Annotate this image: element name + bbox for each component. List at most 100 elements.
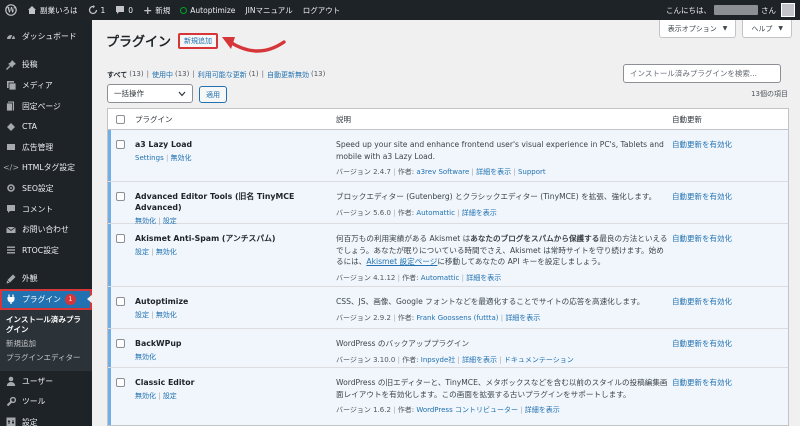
author-link[interactable]: a3rev Software [416, 168, 469, 176]
author-link[interactable]: WordPress コントリビューター [416, 406, 518, 414]
settings-link[interactable]: 設定 [135, 248, 149, 256]
mail-icon [6, 225, 16, 235]
deactivate-link[interactable]: 無効化 [135, 217, 156, 225]
author-link[interactable]: Inpsyde社 [421, 356, 455, 364]
details-link[interactable]: 詳細を表示 [462, 209, 497, 217]
submenu-add-new[interactable]: 新規追加 [0, 337, 92, 351]
settings-link[interactable]: 設定 [163, 217, 177, 225]
logout-link[interactable]: ログアウト [298, 0, 346, 20]
settings-link[interactable]: 設定 [163, 392, 177, 400]
row-checkbox[interactable] [115, 378, 125, 387]
sidebar-item-tools[interactable]: ツール [0, 391, 92, 412]
deactivate-link[interactable]: 無効化 [135, 353, 156, 361]
select-all-checkbox[interactable] [115, 114, 125, 124]
plugin-name: Classic Editor [135, 378, 195, 387]
sidebar-item-plugins[interactable]: プラグイン 1 [0, 289, 93, 310]
apply-button[interactable]: 適用 [199, 86, 227, 103]
enable-auto-update-link[interactable]: 自動更新を有効化 [672, 297, 732, 306]
row-checkbox[interactable] [115, 339, 125, 348]
row-checkbox[interactable] [115, 234, 125, 243]
deactivate-link[interactable]: 無効化 [171, 154, 192, 162]
documentation-link[interactable]: ドキュメンテーション [504, 356, 574, 364]
settings-link[interactable]: 設定 [135, 311, 149, 319]
sidebar-item-ads[interactable]: 広告管理 [0, 137, 92, 158]
submenu-installed-plugins[interactable]: インストール済みプラグイン [0, 313, 92, 337]
comments-link[interactable]: 0 [110, 0, 138, 20]
filter-active-count: (13) [174, 70, 190, 78]
sidebar-item-label: SEO設定 [22, 183, 54, 193]
updates-link[interactable]: 1 [83, 0, 111, 20]
sidebar-item-users[interactable]: ユーザー [0, 371, 92, 392]
akismet-settings-link[interactable]: Akismet 設定ページ [366, 257, 437, 266]
sidebar-item-dashboard[interactable]: ダッシュボード [0, 26, 92, 47]
plus-icon: + [143, 3, 153, 17]
enable-auto-update-link[interactable]: 自動更新を有効化 [672, 192, 732, 201]
sidebar-item-settings[interactable]: 設定 [0, 412, 92, 426]
admin-sidebar: ダッシュボード 投稿 メディア 固定ページ CTA 広告管理 </> HTMLタ… [0, 20, 93, 426]
comments-count: 0 [128, 5, 134, 15]
sidebar-item-posts[interactable]: 投稿 [0, 55, 92, 76]
site-name: 副業いろは [40, 5, 78, 15]
plugin-filters: すべて (13) | 使用中 (13) | 利用可能な更新 (1) | 自動更新… [107, 70, 326, 80]
plugin-version: バージョン 2.4.7 [336, 168, 391, 176]
screen-options-button[interactable]: 表示オプション ▼ [658, 20, 737, 38]
sidebar-item-label: 外観 [22, 274, 38, 284]
manual-link[interactable]: JINマニュアル [240, 0, 297, 20]
bulk-action-select[interactable]: 一括操作 [107, 84, 193, 103]
sidebar-item-label: 固定ページ [22, 101, 61, 111]
row-checkbox[interactable] [115, 192, 125, 201]
add-new-button[interactable]: 新規追加 [178, 33, 218, 49]
details-link[interactable]: 詳細を表示 [505, 314, 540, 322]
filter-autoupdate-disabled[interactable]: 自動更新無効 [267, 70, 309, 80]
plugin-version: バージョン 2.9.2 [336, 313, 391, 322]
svg-text:W: W [6, 6, 15, 15]
sidebar-item-seo[interactable]: SEO設定 [0, 178, 92, 199]
details-link[interactable]: 詳細を表示 [476, 168, 511, 176]
page-icon [6, 101, 16, 112]
sidebar-item-pages[interactable]: 固定ページ [0, 96, 92, 117]
deactivate-link[interactable]: 無効化 [135, 392, 156, 400]
enable-auto-update-link[interactable]: 自動更新を有効化 [672, 339, 732, 348]
new-content-link[interactable]: + 新規 [138, 0, 175, 20]
author-link[interactable]: Automattic [421, 274, 460, 282]
table-header: プラグイン 説明 自動更新 [108, 109, 788, 130]
sidebar-item-media[interactable]: メディア [0, 75, 92, 96]
filter-all-count: (13) [129, 70, 144, 78]
enable-auto-update-link[interactable]: 自動更新を有効化 [672, 140, 732, 149]
details-link[interactable]: 詳細を表示 [462, 356, 497, 364]
deactivate-link[interactable]: 無効化 [156, 248, 177, 256]
support-link[interactable]: Support [518, 168, 546, 176]
site-name-link[interactable]: 副業いろは [22, 0, 83, 20]
new-label: 新規 [155, 5, 171, 15]
settings-link[interactable]: Settings [135, 154, 164, 162]
plugin-icon [6, 294, 16, 305]
filter-updates[interactable]: 利用可能な更新 [198, 70, 247, 80]
deactivate-link[interactable]: 無効化 [156, 311, 177, 319]
enable-auto-update-link[interactable]: 自動更新を有効化 [672, 234, 732, 243]
sidebar-item-appearance[interactable]: 外観 [0, 269, 92, 290]
wordpress-logo-icon[interactable]: W [0, 0, 22, 20]
caret-down-icon: ▼ [722, 25, 728, 32]
description-text: に移動してあなたの API キーを設定しましょう。 [437, 257, 606, 266]
sidebar-item-rtoc[interactable]: RTOC設定 [0, 240, 92, 261]
sidebar-item-contact[interactable]: お問い合わせ [0, 219, 92, 240]
details-link[interactable]: 詳細を表示 [525, 406, 560, 414]
filter-all[interactable]: すべて [107, 70, 127, 80]
search-input[interactable]: インストール済みプラグインを検索... [623, 64, 781, 83]
sidebar-item-html-tags[interactable]: </> HTMLタグ設定 [0, 158, 92, 179]
autoptimize-link[interactable]: Autoptimize [175, 0, 240, 20]
row-checkbox[interactable] [115, 140, 125, 149]
submenu-plugin-editor[interactable]: プラグインエディター [0, 351, 92, 365]
sidebar-item-cta[interactable]: CTA [0, 116, 92, 137]
author-link[interactable]: Automattic [416, 209, 455, 217]
author-label: 作者: [402, 273, 419, 282]
seo-icon [6, 183, 16, 193]
help-button[interactable]: ヘルプ ▼ [742, 20, 792, 38]
enable-auto-update-link[interactable]: 自動更新を有効化 [672, 378, 732, 387]
row-checkbox[interactable] [115, 297, 125, 306]
sidebar-item-comments[interactable]: コメント [0, 199, 92, 220]
account-menu[interactable]: こんにちは、 さん [661, 0, 800, 20]
author-link[interactable]: Frank Goossens (futtta) [416, 314, 498, 322]
filter-active[interactable]: 使用中 [152, 70, 173, 80]
details-link[interactable]: 詳細を表示 [466, 274, 501, 282]
